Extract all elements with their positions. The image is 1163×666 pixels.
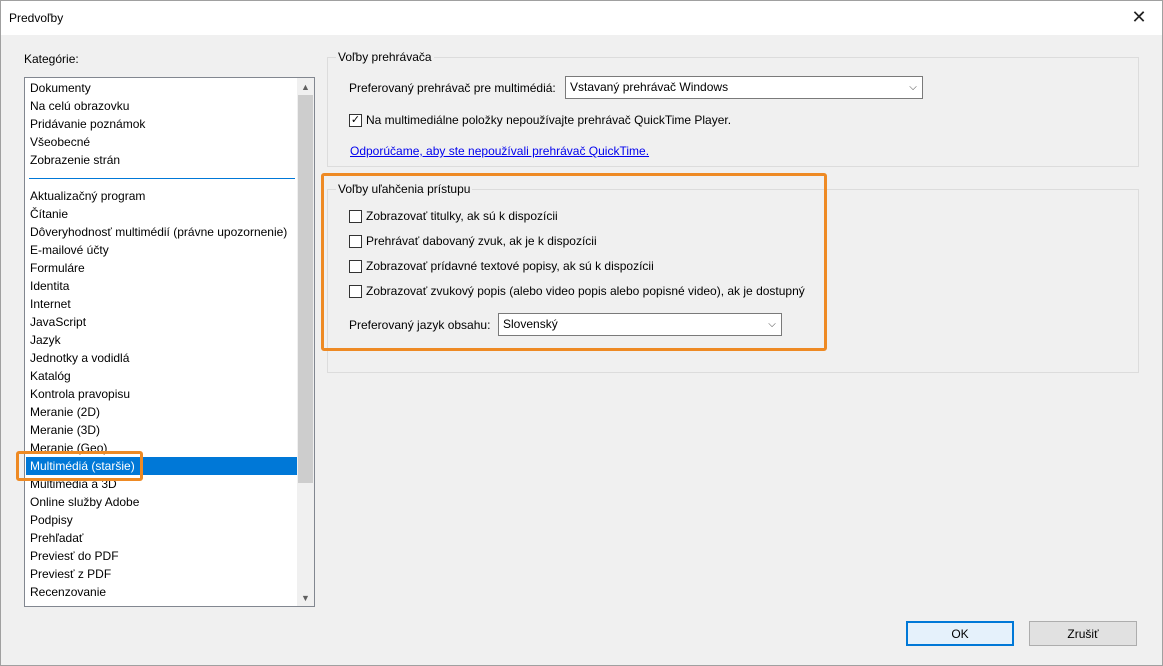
category-item[interactable]: JavaScript xyxy=(26,313,297,331)
scroll-thumb[interactable] xyxy=(298,95,313,483)
quicktime-checkbox[interactable]: ✓ xyxy=(349,113,362,127)
content-language-label: Preferovaný jazyk obsahu: xyxy=(349,318,491,332)
categories-list[interactable]: Dokumenty Na celú obrazovku Pridávanie poz… xyxy=(24,77,315,607)
preferred-player-value: Vstavaný prehrávač Windows xyxy=(570,80,729,94)
chevron-down-icon: ⌵ xyxy=(768,319,776,330)
category-item[interactable]: Meranie (3D) xyxy=(26,421,297,439)
scroll-up-button[interactable]: ▲ xyxy=(297,78,314,95)
audio-description-checkbox-row[interactable]: Zobrazovať zvukový popis (alebo video po… xyxy=(349,284,805,298)
category-item[interactable]: Multimédiá a 3D xyxy=(26,475,297,493)
category-item[interactable]: Previesť z PDF xyxy=(26,565,297,583)
ok-button-label: OK xyxy=(951,626,969,641)
category-item[interactable]: Prehľadať xyxy=(26,529,297,547)
subtitles-checkbox-row[interactable]: Zobrazovať titulky, ak sú k dispozícii xyxy=(349,209,558,223)
audio-description-checkbox[interactable] xyxy=(349,284,362,298)
preferences-dialog: Predvoľby ✕ Kategórie: Dokumenty Na celú … xyxy=(0,0,1163,666)
category-item[interactable]: Zobrazenie strán xyxy=(26,151,297,169)
text-descriptions-checkbox[interactable] xyxy=(349,259,362,273)
category-item[interactable]: Jazyk xyxy=(26,331,297,349)
category-item[interactable]: Čítanie xyxy=(26,205,297,223)
quicktime-checkbox-label: Na multimediálne položky nepoužívajte pr… xyxy=(366,113,732,127)
close-icon: ✕ xyxy=(1131,6,1147,27)
category-item[interactable]: Kontrola pravopisu xyxy=(26,385,297,403)
category-item[interactable]: Recenzovanie xyxy=(26,583,297,601)
category-item[interactable]: Katalóg xyxy=(26,367,297,385)
title-bar: Predvoľby ✕ xyxy=(1,1,1162,35)
category-item[interactable]: E-mailové účty xyxy=(26,241,297,259)
category-item[interactable]: Všeobecné xyxy=(26,133,297,151)
player-options-title: Voľby prehrávača xyxy=(336,50,434,64)
dubbed-audio-checkbox[interactable] xyxy=(349,234,362,248)
category-item[interactable]: Multimédiá (staršie) xyxy=(26,457,297,475)
subtitles-checkbox-label: Zobrazovať titulky, ak sú k dispozícii xyxy=(366,209,558,223)
dubbed-audio-checkbox-label: Prehrávať dabovaný zvuk, ak je k dispozí… xyxy=(366,234,597,248)
category-item[interactable]: Podpisy xyxy=(26,511,297,529)
category-item[interactable]: Internet xyxy=(26,295,297,313)
list-scrollbar[interactable]: ▲ ▼ xyxy=(297,78,314,606)
check-icon: ✓ xyxy=(350,113,361,126)
quicktime-recommendation-link[interactable]: Odporúčame, aby ste nepoužívali prehráva… xyxy=(350,144,649,158)
ok-button[interactable]: OK xyxy=(906,621,1014,646)
category-item[interactable]: Online služby Adobe xyxy=(26,493,297,511)
chevron-down-icon: ⌵ xyxy=(909,82,917,93)
list-separator xyxy=(29,178,295,179)
cancel-button-label: Zrušiť xyxy=(1067,626,1099,641)
window-title: Predvoľby xyxy=(9,11,64,25)
subtitles-checkbox[interactable] xyxy=(349,209,362,223)
dubbed-audio-checkbox-row[interactable]: Prehrávať dabovaný zvuk, ak je k dispozí… xyxy=(349,234,597,248)
preferred-player-select[interactable]: Vstavaný prehrávač Windows ⌵ xyxy=(565,76,923,99)
category-item[interactable]: Jednotky a vodidlá xyxy=(26,349,297,367)
quicktime-checkbox-row[interactable]: ✓ Na multimediálne položky nepoužívajte … xyxy=(349,113,731,127)
text-descriptions-checkbox-row[interactable]: Zobrazovať prídavné textové popisy, ak s… xyxy=(349,259,654,273)
close-button[interactable]: ✕ xyxy=(1116,1,1162,33)
preferred-player-label: Preferovaný prehrávač pre multimédiá: xyxy=(349,81,556,95)
category-item[interactable]: Dokumenty xyxy=(26,79,297,97)
audio-description-checkbox-label: Zobrazovať zvukový popis (alebo video po… xyxy=(366,284,805,298)
scroll-down-button[interactable]: ▼ xyxy=(297,589,314,606)
cancel-button[interactable]: Zrušiť xyxy=(1029,621,1137,646)
chevron-up-icon: ▲ xyxy=(301,81,310,92)
category-item[interactable]: Meranie (Geo) xyxy=(26,439,297,457)
category-item[interactable]: Identita xyxy=(26,277,297,295)
category-item[interactable]: Na celú obrazovku xyxy=(26,97,297,115)
accessibility-options-title: Voľby uľahčenia prístupu xyxy=(336,182,473,196)
category-item[interactable]: Formuláre xyxy=(26,259,297,277)
categories-label: Kategórie: xyxy=(24,52,79,66)
content-language-select[interactable]: Slovenský ⌵ xyxy=(498,313,782,336)
text-descriptions-checkbox-label: Zobrazovať prídavné textové popisy, ak s… xyxy=(366,259,654,273)
chevron-down-icon: ▼ xyxy=(301,592,310,603)
category-item[interactable]: Dôveryhodnosť multimédií (právne upozorn… xyxy=(26,223,297,241)
content-language-value: Slovenský xyxy=(503,317,558,331)
category-item[interactable]: Aktualizačný program xyxy=(26,187,297,205)
category-item[interactable]: Previesť do PDF xyxy=(26,547,297,565)
category-item[interactable]: Pridávanie poznámok xyxy=(26,115,297,133)
category-item[interactable]: Meranie (2D) xyxy=(26,403,297,421)
